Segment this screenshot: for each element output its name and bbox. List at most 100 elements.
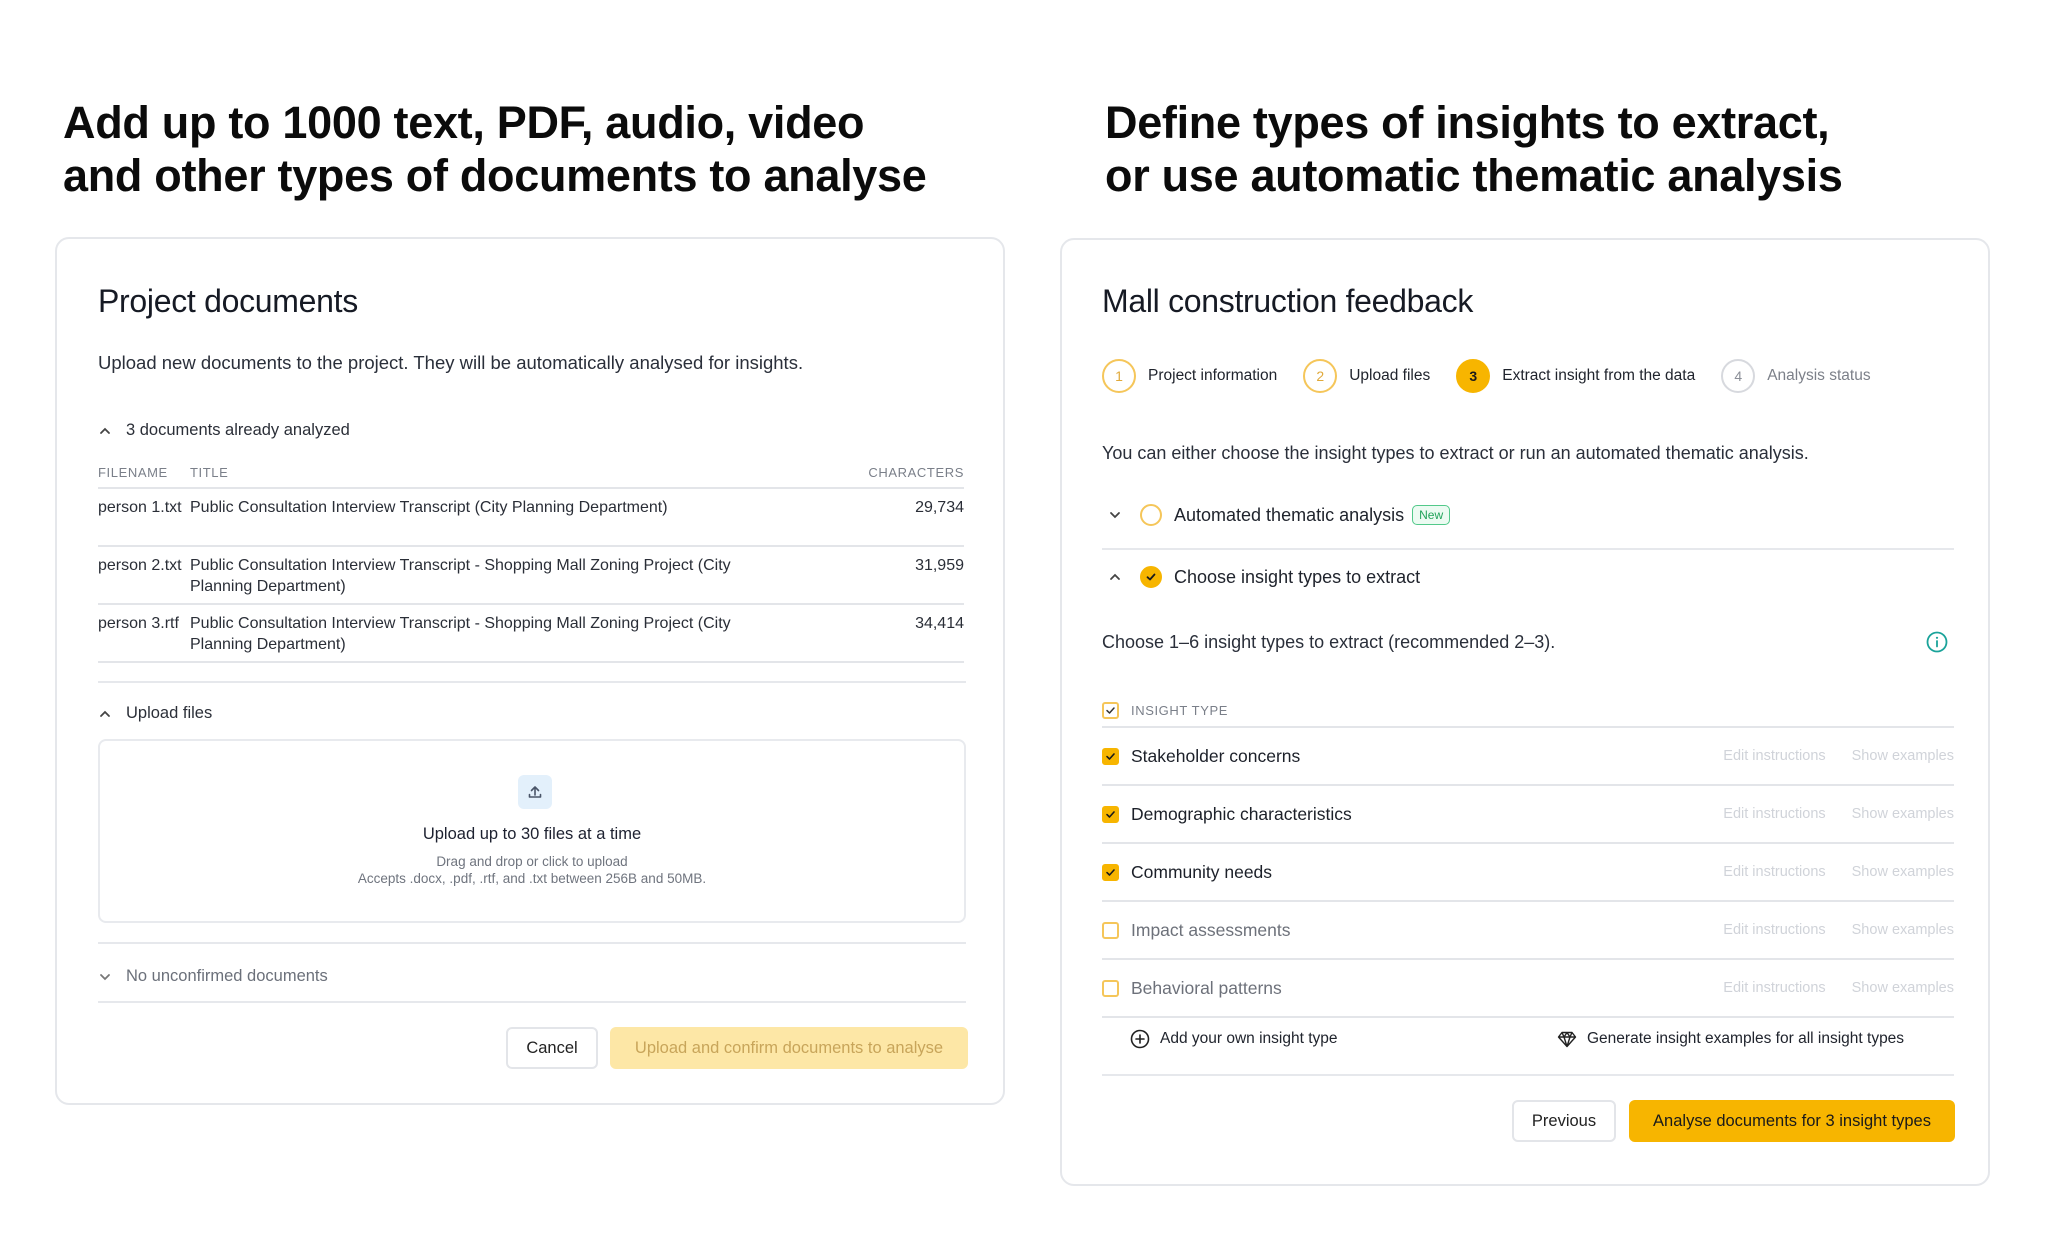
row-characters: 34,414 [915,615,964,632]
row-filename: person 3.rtf [98,615,179,632]
row-characters: 29,734 [915,499,964,516]
step-project-information[interactable]: 1 Project information [1102,359,1277,393]
edit-instructions-link[interactable]: Edit instructions [1723,806,1825,822]
step-analysis-status[interactable]: 4 Analysis status [1721,359,1871,393]
insight-checkbox[interactable] [1102,805,1119,823]
edit-instructions-link[interactable]: Edit instructions [1723,922,1825,938]
show-examples-link[interactable]: Show examples [1852,922,1954,938]
header-characters: CHARACTERS [868,464,964,480]
check-icon [1106,810,1115,818]
divider [98,942,966,944]
insight-name: Behavioral patterns [1131,977,1282,998]
step-number: 1 [1102,359,1136,393]
header-title: TITLE [190,464,229,480]
table-row: person 2.txt Public Consultation Intervi… [98,547,964,605]
step-number: 3 [1456,359,1491,393]
insight-row: Demographic characteristics Edit instruc… [1102,786,1954,844]
insight-row: Stakeholder concerns Edit instructions S… [1102,728,1954,786]
divider [1102,1074,1954,1076]
insight-name: Demographic characteristics [1131,803,1352,824]
insight-checkbox[interactable] [1102,747,1119,765]
table-row: person 3.rtf Public Consultation Intervi… [98,605,964,663]
insight-checkbox[interactable] [1102,979,1119,997]
edit-instructions-link[interactable]: Edit instructions [1723,864,1825,880]
automated-analysis-label: Automated thematic analysis [1174,504,1405,525]
project-title: Mall construction feedback [1102,283,1474,319]
check-icon [1106,752,1115,760]
header-filename: FILENAME [98,464,168,480]
row-title: Public Consultation Interview Transcript… [190,615,731,653]
unconfirmed-documents-toggle[interactable]: No unconfirmed documents [98,967,328,986]
check-icon [1106,868,1115,876]
insight-row: Behavioral patterns Edit instructions Sh… [1102,960,1954,1018]
check-icon [1106,706,1115,714]
plus-circle-icon [1130,1029,1150,1049]
chevron-up-icon [1108,570,1122,584]
add-insight-type-button[interactable]: Add your own insight type [1130,1029,1338,1049]
step-number: 2 [1303,359,1338,393]
headline-right: Define types of insights to extract, or … [1105,96,2005,202]
analyse-documents-button[interactable]: Analyse documents for 3 insight types [1629,1100,1955,1142]
documents-table: FILENAME TITLE CHARACTERS person 1.txt P… [98,457,964,663]
automated-analysis-option[interactable]: Automated thematic analysis New [1102,504,1954,526]
step-label: Extract insight from the data [1502,367,1696,384]
upload-dropzone[interactable]: Upload up to 30 files at a time Drag and… [98,739,966,923]
row-characters: 31,959 [915,557,964,574]
show-examples-link[interactable]: Show examples [1852,806,1954,822]
insight-table-header: INSIGHT TYPE [1102,694,1954,728]
step-label: Upload files [1349,367,1431,384]
gem-icon [1557,1031,1577,1048]
insight-name: Community needs [1131,861,1273,882]
choose-insight-description: Choose 1–6 insight types to extract (rec… [1102,632,1556,652]
chevron-down-icon [98,970,112,984]
insight-row: Impact assessments Edit instructions Sho… [1102,902,1954,960]
upload-files-toggle[interactable]: Upload files [98,704,212,723]
insight-name: Impact assessments [1131,919,1291,940]
cancel-button[interactable]: Cancel [506,1027,598,1069]
upload-hint: Drag and drop or click to upload [436,854,628,869]
project-documents-card: Project documents Upload new documents t… [55,237,1005,1105]
divider [98,681,966,683]
upload-files-label: Upload files [126,704,213,722]
insight-row: Community needs Edit instructions Show e… [1102,844,1954,902]
generate-examples-button[interactable]: Generate insight examples for all insigh… [1557,1029,1904,1049]
edit-instructions-link[interactable]: Edit instructions [1723,748,1825,764]
edit-instructions-link[interactable]: Edit instructions [1723,980,1825,996]
chevron-up-icon [98,707,112,721]
chevron-up-icon [98,424,112,438]
step-label: Analysis status [1767,367,1871,384]
step-extract-insight[interactable]: 3 Extract insight from the data [1456,359,1695,393]
select-all-checkbox[interactable] [1102,701,1119,719]
headline-left: Add up to 1000 text, PDF, audio, video a… [63,96,1023,202]
row-title: Public Consultation Interview Transcript… [190,499,668,516]
info-icon[interactable] [1926,631,1948,653]
check-icon [1146,573,1156,581]
previous-button[interactable]: Previous [1512,1100,1616,1142]
row-title: Public Consultation Interview Transcript… [190,557,731,595]
insight-type-header: INSIGHT TYPE [1131,702,1229,718]
automated-analysis-radio[interactable] [1140,504,1162,526]
insight-checkbox[interactable] [1102,863,1119,881]
show-examples-link[interactable]: Show examples [1852,748,1954,764]
show-examples-link[interactable]: Show examples [1852,864,1954,880]
table-header: FILENAME TITLE CHARACTERS [98,457,964,489]
upload-icon [518,775,552,809]
upload-confirm-button[interactable]: Upload and confirm documents to analyse [610,1027,968,1069]
new-badge: New [1412,505,1451,525]
upload-title: Upload up to 30 files at a time [422,825,642,843]
choose-insight-radio[interactable] [1140,566,1162,588]
chevron-down-icon [1108,508,1122,522]
choose-insight-types-option[interactable]: Choose insight types to extract [1102,566,1954,588]
choose-insight-label: Choose insight types to extract [1174,566,1421,587]
mall-feedback-card: Mall construction feedback 1 Project inf… [1060,238,1990,1186]
headline-right-line2: or use automatic thematic analysis [1105,150,1843,201]
step-upload-files[interactable]: 2 Upload files [1303,359,1430,393]
insight-name: Stakeholder concerns [1131,745,1301,766]
upload-accepted-types: Accepts .docx, .pdf, .rtf, and .txt betw… [357,871,707,886]
analyzed-documents-label: 3 documents already analyzed [126,421,350,439]
table-row: person 1.txt Public Consultation Intervi… [98,489,964,547]
analyzed-documents-toggle[interactable]: 3 documents already analyzed [98,421,350,440]
divider [1102,548,1954,550]
insight-checkbox[interactable] [1102,921,1119,939]
show-examples-link[interactable]: Show examples [1852,980,1954,996]
